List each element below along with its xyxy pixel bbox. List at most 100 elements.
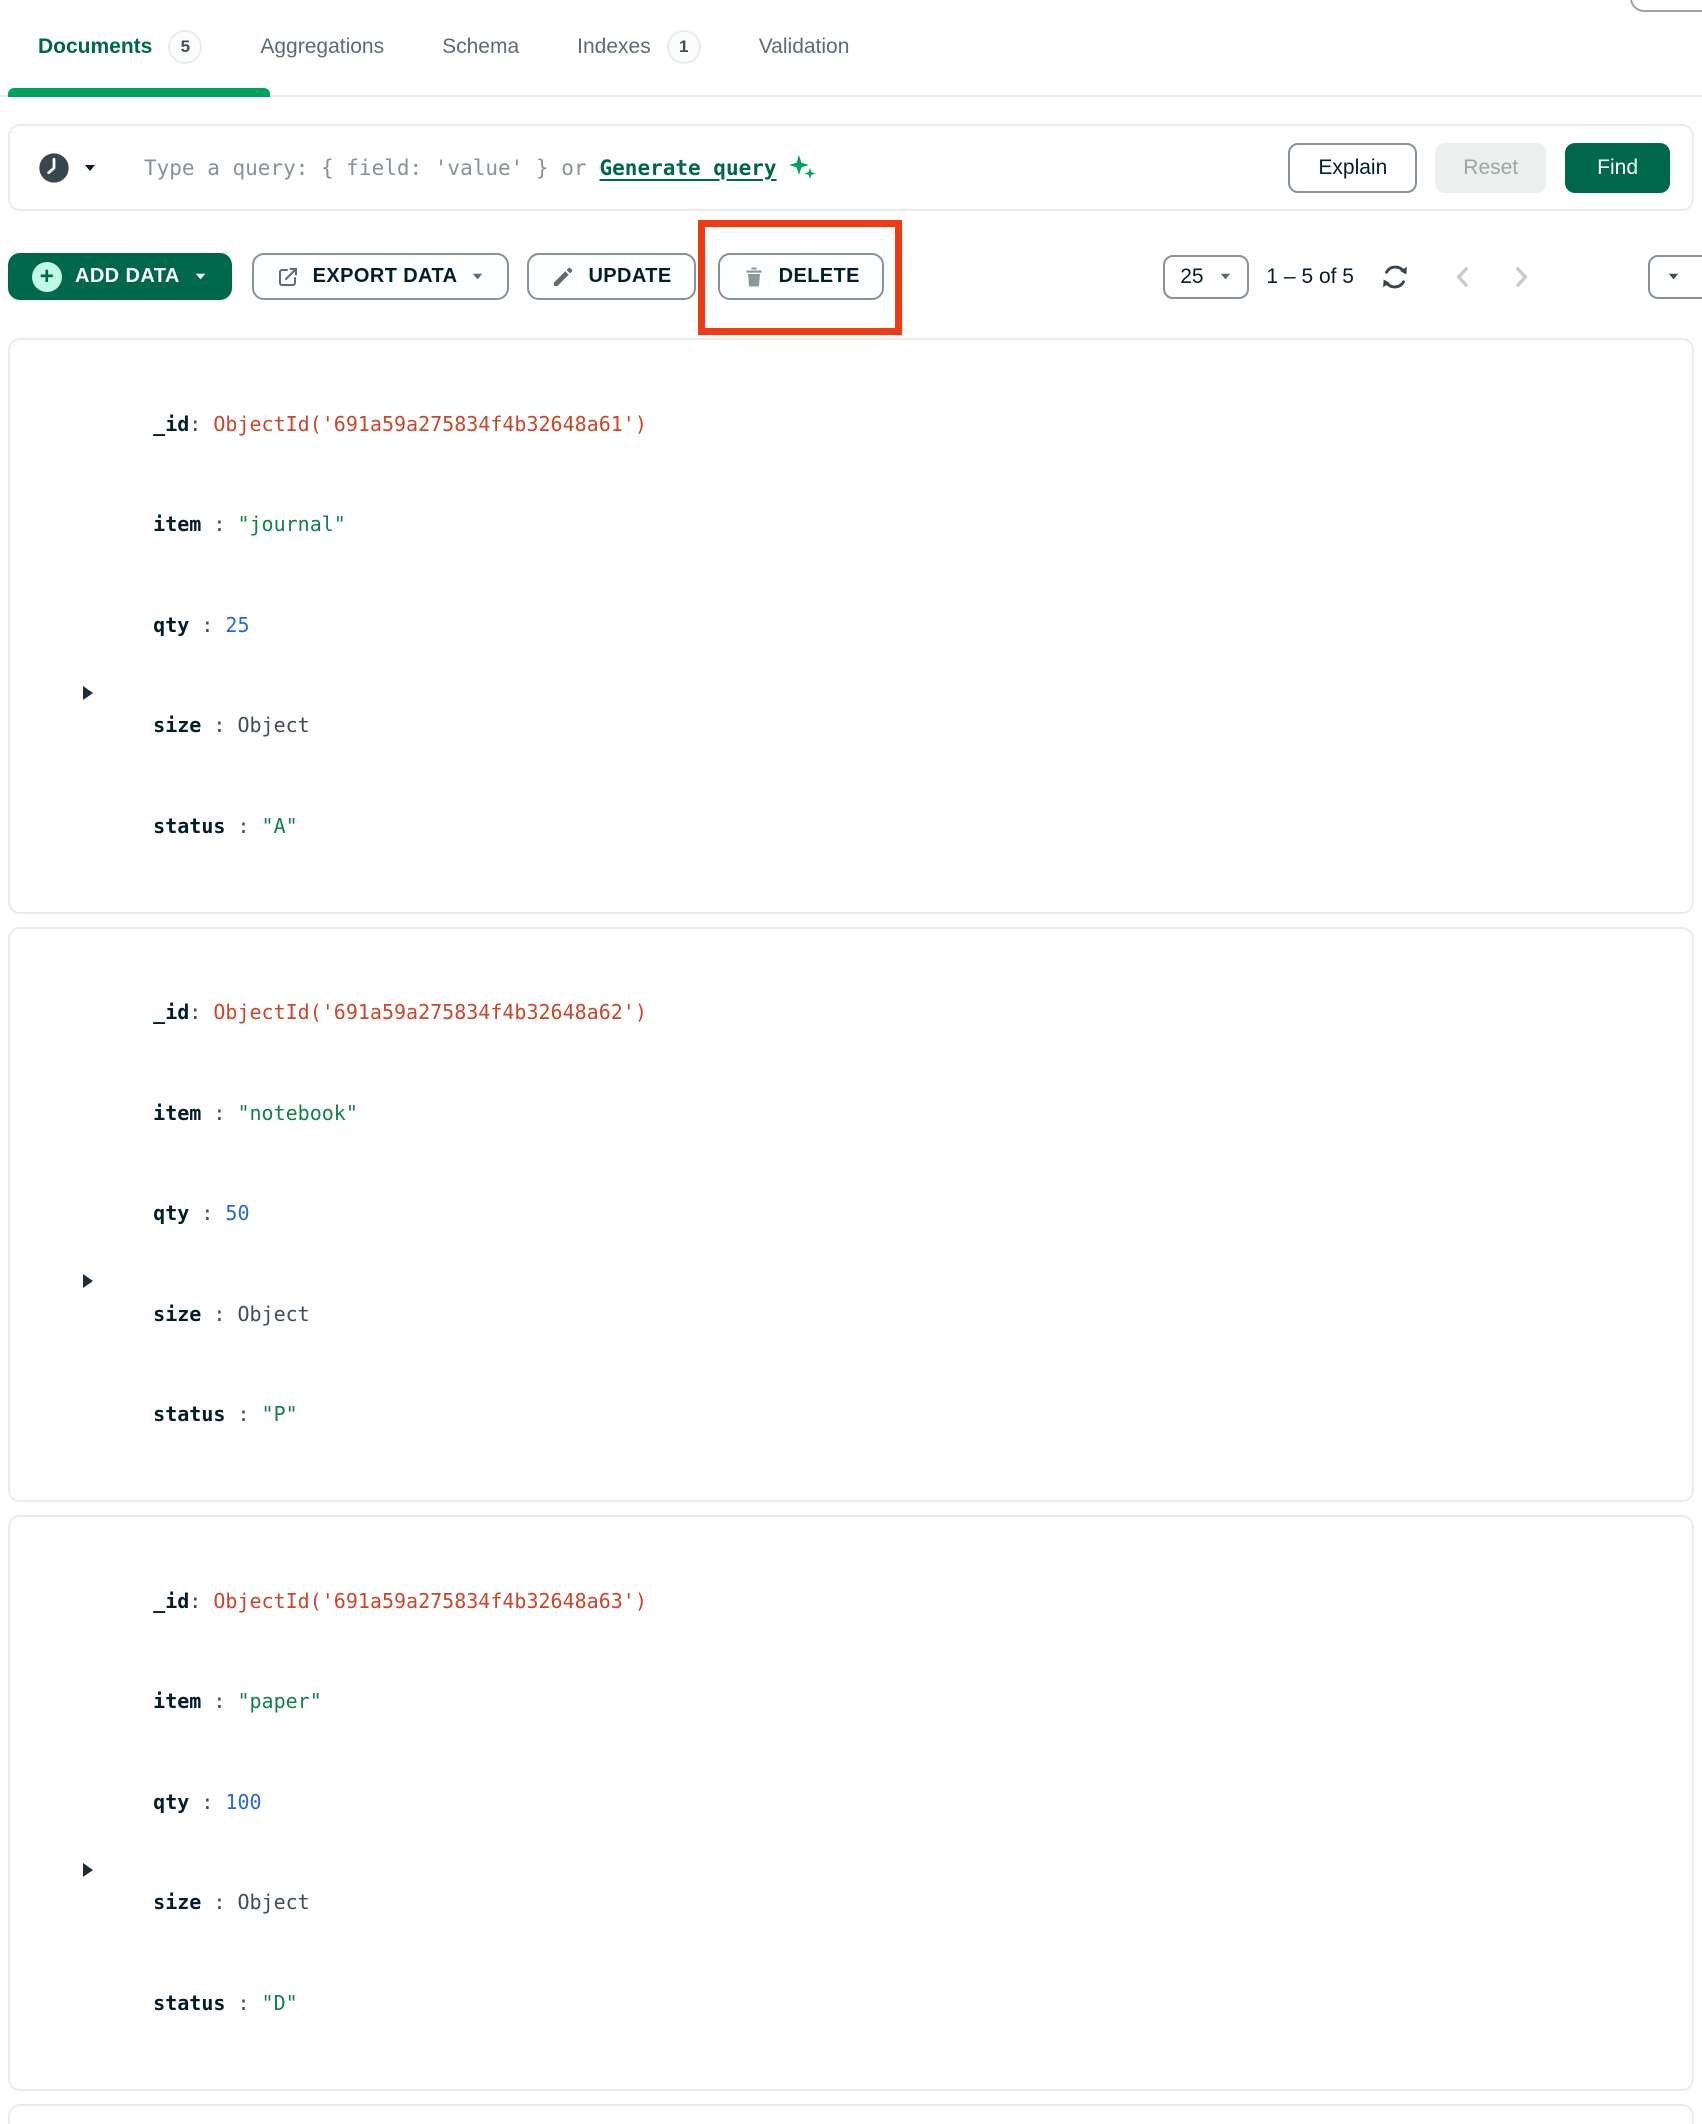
view-type-dropdown[interactable] bbox=[1648, 255, 1702, 299]
collection-tab[interactable]: Aggregations bbox=[260, 35, 384, 59]
field-key: _id bbox=[153, 412, 189, 436]
page-size-value: 25 bbox=[1180, 265, 1203, 289]
document-field-row[interactable]: size : Object bbox=[105, 1264, 1692, 1365]
document-fields: _id: ObjectId('691a59a275834f4b32648a61'… bbox=[105, 374, 1692, 877]
field-value: Object bbox=[237, 713, 309, 737]
collection-tab[interactable]: Validation bbox=[759, 35, 850, 59]
field-separator: : bbox=[225, 1991, 261, 2015]
collection-tab[interactable]: Documents 5 bbox=[38, 30, 202, 64]
caret-down-icon bbox=[82, 160, 98, 176]
export-data-label: EXPORT DATA bbox=[313, 265, 458, 288]
field-separator: : bbox=[189, 613, 225, 637]
update-button[interactable]: UPDATE bbox=[527, 253, 695, 300]
chevron-right-icon bbox=[1506, 262, 1536, 292]
field-key: size bbox=[153, 1302, 201, 1326]
field-key: item bbox=[153, 512, 201, 536]
pencil-icon bbox=[551, 265, 575, 289]
refresh-icon bbox=[1380, 262, 1410, 292]
delete-button[interactable]: DELETE bbox=[718, 253, 884, 300]
field-key: status bbox=[153, 1991, 225, 2015]
field-value: 25 bbox=[225, 613, 249, 637]
caret-down-icon bbox=[470, 269, 485, 284]
field-value: 50 bbox=[225, 1201, 249, 1225]
update-label: UPDATE bbox=[588, 265, 671, 288]
field-key: status bbox=[153, 1402, 225, 1426]
document-field-row[interactable]: item : "journal" bbox=[105, 475, 1692, 576]
field-separator: : bbox=[225, 1402, 261, 1426]
explain-button[interactable]: Explain bbox=[1288, 143, 1417, 193]
tab-count-badge: 1 bbox=[667, 30, 701, 64]
export-icon bbox=[276, 265, 300, 289]
next-document-card-partial bbox=[8, 2104, 1694, 2124]
document-field-row[interactable]: status : "A" bbox=[105, 776, 1692, 877]
document-field-row[interactable]: size : Object bbox=[105, 1853, 1692, 1954]
refresh-button[interactable] bbox=[1380, 262, 1410, 292]
field-value: "P" bbox=[262, 1402, 298, 1426]
expand-arrow-icon[interactable] bbox=[83, 1274, 93, 1288]
field-value: Object bbox=[237, 1890, 309, 1914]
query-placeholder-text: Type a query: { field: 'value' } or bbox=[144, 156, 587, 180]
field-separator: : bbox=[201, 1890, 237, 1914]
field-separator: : bbox=[201, 1302, 237, 1326]
field-key: qty bbox=[153, 613, 189, 637]
find-button[interactable]: Find bbox=[1565, 143, 1670, 193]
document-field-row[interactable]: qty : 25 bbox=[105, 575, 1692, 676]
document-field-row[interactable]: status : "P" bbox=[105, 1365, 1692, 1466]
field-key: status bbox=[153, 814, 225, 838]
add-data-label: ADD DATA bbox=[75, 265, 180, 288]
collection-tab[interactable]: Indexes 1 bbox=[577, 30, 701, 64]
document-fields: _id: ObjectId('691a59a275834f4b32648a62'… bbox=[105, 963, 1692, 1466]
field-value: "A" bbox=[262, 814, 298, 838]
clock-icon bbox=[38, 152, 70, 184]
sparkles-icon bbox=[787, 153, 817, 183]
document-field-row[interactable]: _id: ObjectId('691a59a275834f4b32648a62'… bbox=[105, 963, 1692, 1064]
expand-arrow-icon[interactable] bbox=[83, 1863, 93, 1877]
active-tab-indicator bbox=[8, 88, 270, 97]
document-field-row[interactable]: item : "paper" bbox=[105, 1652, 1692, 1753]
document-field-row[interactable]: _id: ObjectId('691a59a275834f4b32648a63'… bbox=[105, 1551, 1692, 1652]
documents-toolbar: + ADD DATA EXPORT DATA UPDATE DELETE bbox=[8, 253, 1694, 300]
document-fields: _id: ObjectId('691a59a275834f4b32648a63'… bbox=[105, 1551, 1692, 2054]
query-history-button[interactable] bbox=[38, 152, 98, 184]
query-bar[interactable]: Type a query: { field: 'value' } or Gene… bbox=[8, 124, 1694, 211]
field-key: item bbox=[153, 1101, 201, 1125]
field-separator: : bbox=[201, 1101, 237, 1125]
document-field-row[interactable]: qty : 100 bbox=[105, 1752, 1692, 1853]
query-input-placeholder[interactable]: Type a query: { field: 'value' } or Gene… bbox=[144, 153, 817, 183]
tab-label: Aggregations bbox=[260, 35, 384, 59]
field-value: ObjectId('691a59a275834f4b32648a62') bbox=[213, 1000, 646, 1024]
document-field-row[interactable]: qty : 50 bbox=[105, 1164, 1692, 1265]
field-key: item bbox=[153, 1689, 201, 1713]
document-field-row[interactable]: item : "notebook" bbox=[105, 1063, 1692, 1164]
reset-button[interactable]: Reset bbox=[1435, 143, 1546, 193]
next-page-button[interactable] bbox=[1506, 262, 1536, 292]
tab-count-badge: 5 bbox=[168, 30, 202, 64]
export-data-button[interactable]: EXPORT DATA bbox=[252, 253, 510, 300]
document-field-row[interactable]: size : Object bbox=[105, 676, 1692, 777]
prev-page-button[interactable] bbox=[1448, 262, 1478, 292]
field-key: qty bbox=[153, 1790, 189, 1814]
caret-down-icon bbox=[1218, 269, 1233, 284]
page-size-select[interactable]: 25 bbox=[1163, 255, 1249, 299]
collection-tab[interactable]: Schema bbox=[442, 35, 519, 59]
document-card: _id: ObjectId('691a59a275834f4b32648a63'… bbox=[8, 1515, 1694, 2091]
pagination-controls: 25 1 – 5 of 5 bbox=[1163, 255, 1694, 299]
document-card: _id: ObjectId('691a59a275834f4b32648a61'… bbox=[8, 338, 1694, 914]
tab-label: Validation bbox=[759, 35, 850, 59]
field-key: qty bbox=[153, 1201, 189, 1225]
results-range-label: 1 – 5 of 5 bbox=[1266, 265, 1354, 289]
field-separator: : bbox=[201, 713, 237, 737]
tab-label: Schema bbox=[442, 35, 519, 59]
delete-button-wrap: DELETE bbox=[718, 253, 884, 300]
field-separator: : bbox=[201, 512, 237, 536]
documents-list: _id: ObjectId('691a59a275834f4b32648a61'… bbox=[8, 338, 1694, 2091]
add-data-button[interactable]: + ADD DATA bbox=[8, 253, 232, 300]
field-value: "paper" bbox=[237, 1689, 321, 1713]
delete-label: DELETE bbox=[779, 265, 860, 288]
expand-arrow-icon[interactable] bbox=[83, 686, 93, 700]
generate-query-link[interactable]: Generate query bbox=[600, 156, 777, 180]
tab-bar-items: Documents 5 Aggregations Schema Indexes … bbox=[38, 30, 1702, 64]
document-field-row[interactable]: status : "D" bbox=[105, 1953, 1692, 2054]
field-key: size bbox=[153, 713, 201, 737]
document-field-row[interactable]: _id: ObjectId('691a59a275834f4b32648a61'… bbox=[105, 374, 1692, 475]
